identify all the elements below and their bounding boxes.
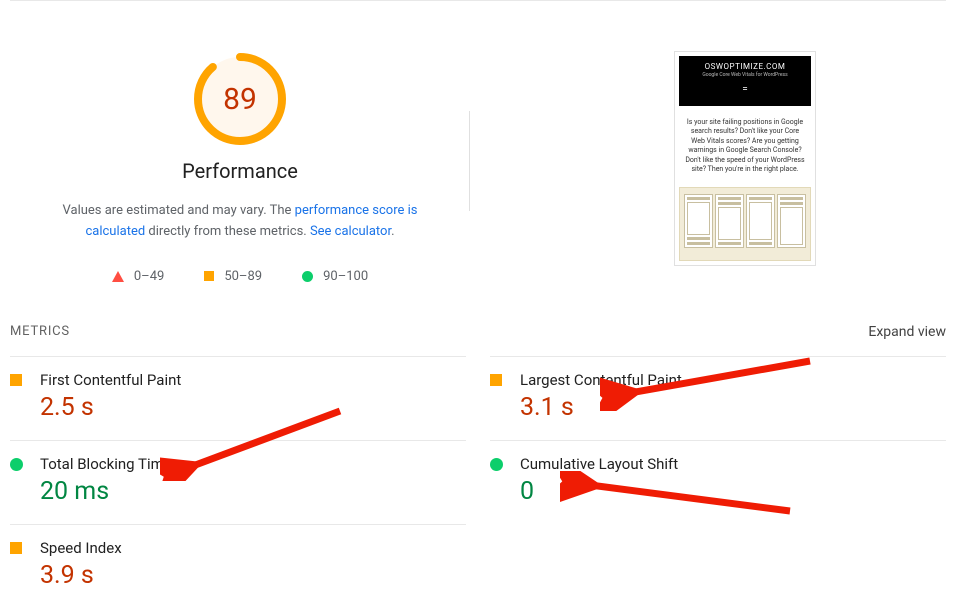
legend-pass: 90–100 bbox=[302, 269, 368, 284]
thumbnail-wireframe-image bbox=[679, 187, 811, 261]
legend-average: 50–89 bbox=[204, 269, 262, 284]
desc-dot: . bbox=[391, 224, 394, 239]
thumbnail-header: OSWOPTIMIZE.COM Google Core Web Vitals f… bbox=[679, 56, 811, 106]
top-divider bbox=[10, 0, 946, 1]
legend-fail-label: 0–49 bbox=[134, 269, 164, 284]
thumbnail-sub: Google Core Web Vitals for WordPress bbox=[683, 72, 807, 79]
metrics-label: METRICS bbox=[10, 324, 70, 339]
metric-value: 20 ms bbox=[40, 477, 466, 506]
desc-text: directly from these metrics. bbox=[145, 224, 310, 239]
thumbnail-body-text: Is your site failing positions in Google… bbox=[679, 110, 811, 183]
metric-name: Largest Contentful Paint bbox=[520, 371, 946, 389]
metric-value: 0 bbox=[520, 477, 946, 506]
performance-score: 89 bbox=[192, 51, 288, 147]
score-legend: 0–49 50–89 90–100 bbox=[112, 269, 368, 284]
vertical-divider bbox=[469, 111, 470, 211]
square-icon bbox=[490, 374, 502, 386]
performance-title: Performance bbox=[182, 159, 298, 183]
metric-value: 3.9 s bbox=[40, 561, 466, 590]
circle-icon bbox=[490, 458, 503, 471]
metric-si: Speed Index 3.9 s bbox=[10, 524, 466, 608]
metric-value: 2.5 s bbox=[40, 393, 466, 422]
metric-cls: Cumulative Layout Shift 0 bbox=[490, 440, 946, 524]
thumbnail-menu-icon: = bbox=[683, 83, 807, 96]
summary-section: 89 Performance Values are estimated and … bbox=[10, 51, 946, 284]
see-calculator-link[interactable]: See calculator bbox=[310, 224, 391, 239]
square-icon bbox=[10, 374, 22, 386]
metric-name: Speed Index bbox=[40, 539, 466, 557]
metric-tbt: Total Blocking Time 20 ms bbox=[10, 440, 466, 524]
legend-pass-label: 90–100 bbox=[323, 269, 368, 284]
legend-avg-label: 50–89 bbox=[224, 269, 262, 284]
expand-view-toggle[interactable]: Expand view bbox=[868, 324, 946, 340]
performance-column: 89 Performance Values are estimated and … bbox=[10, 51, 470, 284]
legend-fail: 0–49 bbox=[112, 269, 164, 284]
metric-name: Cumulative Layout Shift bbox=[520, 455, 946, 473]
metric-fcp: First Contentful Paint 2.5 s bbox=[10, 356, 466, 440]
triangle-icon bbox=[112, 271, 124, 282]
circle-icon bbox=[302, 271, 313, 282]
metric-value: 3.1 s bbox=[520, 393, 946, 422]
desc-text: Values are estimated and may vary. The bbox=[63, 203, 295, 218]
performance-description: Values are estimated and may vary. The p… bbox=[40, 201, 440, 243]
circle-icon bbox=[10, 458, 23, 471]
metric-name: Total Blocking Time bbox=[40, 455, 466, 473]
square-icon bbox=[10, 542, 22, 554]
metric-lcp: Largest Contentful Paint 3.1 s bbox=[490, 356, 946, 440]
metrics-grid: First Contentful Paint 2.5 s Largest Con… bbox=[10, 356, 946, 608]
thumbnail-brand: OSWOPTIMIZE.COM bbox=[683, 62, 807, 72]
metric-name: First Contentful Paint bbox=[40, 371, 466, 389]
performance-gauge: 89 bbox=[192, 51, 288, 147]
page-screenshot-thumbnail: OSWOPTIMIZE.COM Google Core Web Vitals f… bbox=[674, 51, 816, 266]
square-icon bbox=[204, 271, 214, 281]
metrics-header: METRICS Expand view bbox=[10, 324, 946, 340]
